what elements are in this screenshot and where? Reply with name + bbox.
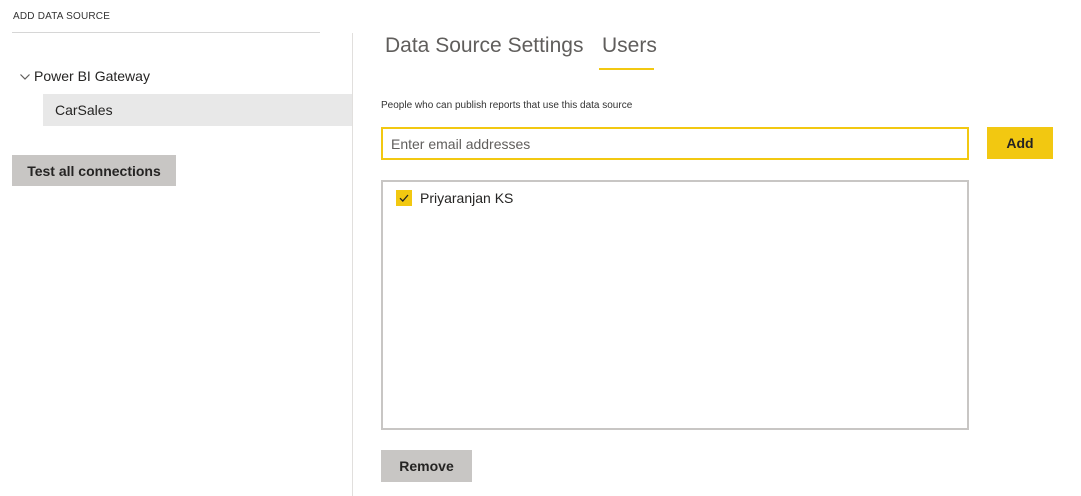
tree-item-gateway-label: Power BI Gateway bbox=[34, 68, 150, 84]
section-header: ADD DATA SOURCE bbox=[13, 11, 111, 22]
active-tab-indicator bbox=[599, 68, 654, 70]
test-all-connections-button[interactable]: Test all connections bbox=[12, 155, 176, 186]
header-divider bbox=[12, 32, 320, 33]
list-item-user[interactable]: Priyaranjan KS bbox=[396, 188, 513, 208]
left-panel: ADD DATA SOURCE Power BI Gateway CarSale… bbox=[0, 0, 352, 496]
checkbox[interactable] bbox=[396, 190, 412, 206]
chevron-down-icon[interactable] bbox=[19, 70, 31, 82]
tree-item-gateway[interactable]: Power BI Gateway bbox=[19, 66, 150, 86]
remove-button[interactable]: Remove bbox=[381, 450, 472, 482]
tab-data-source-settings[interactable]: Data Source Settings bbox=[385, 34, 583, 58]
tree-item-datasource[interactable]: CarSales bbox=[43, 94, 352, 126]
add-button[interactable]: Add bbox=[987, 127, 1053, 159]
publishers-description: People who can publish reports that use … bbox=[381, 100, 633, 111]
checkmark-icon bbox=[399, 194, 409, 202]
tree-item-datasource-label: CarSales bbox=[55, 102, 113, 118]
users-list[interactable]: Priyaranjan KS bbox=[381, 180, 969, 430]
email-input[interactable] bbox=[381, 127, 969, 160]
tab-users[interactable]: Users bbox=[602, 34, 657, 58]
vertical-divider bbox=[352, 33, 353, 496]
add-data-source-page: ADD DATA SOURCE Power BI Gateway CarSale… bbox=[0, 0, 1081, 496]
user-name: Priyaranjan KS bbox=[420, 190, 514, 206]
